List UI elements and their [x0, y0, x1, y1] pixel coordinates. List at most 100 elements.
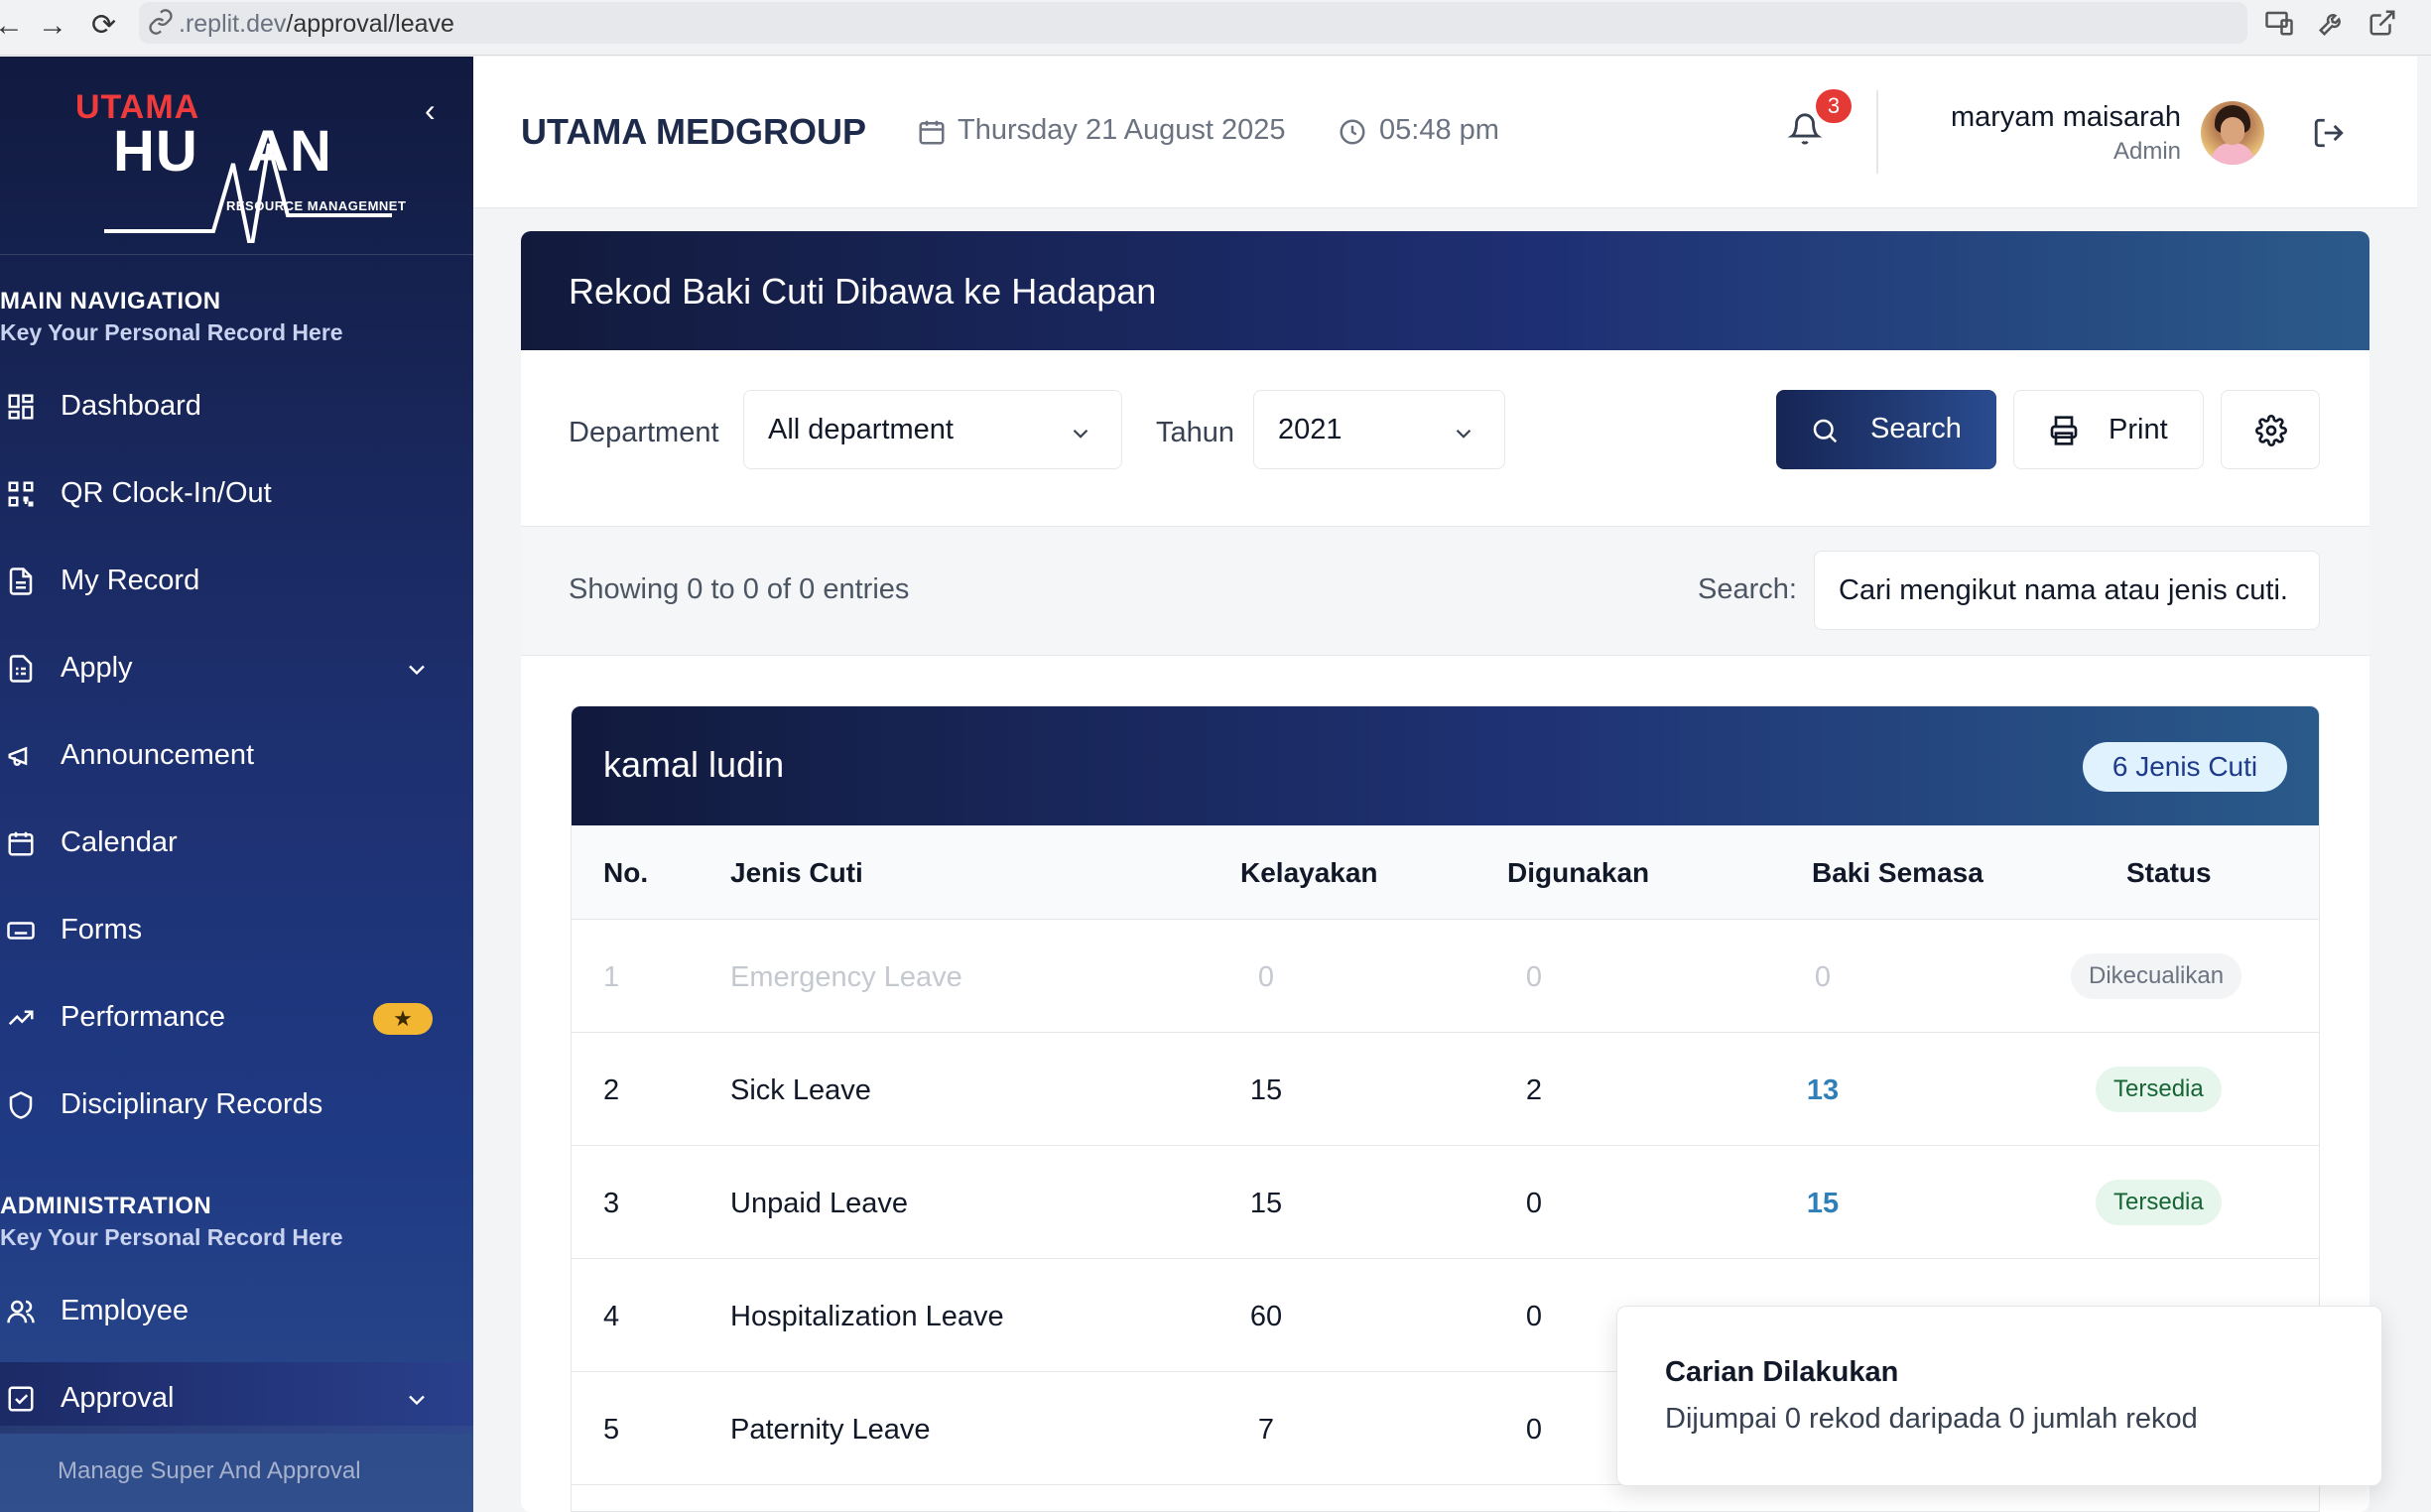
- sidebar-item-calendar[interactable]: Calendar: [0, 807, 473, 878]
- sidebar-item-performance[interactable]: Performance ★: [0, 981, 473, 1053]
- leave-type: Unpaid Leave: [730, 1188, 908, 1219]
- department-value: All department: [768, 414, 954, 445]
- sidebar-item-approval[interactable]: Approval: [0, 1362, 473, 1434]
- leave-type: Sick Leave: [730, 1074, 871, 1106]
- sidebar-item-label: My Record: [61, 565, 200, 596]
- search-button-label: Search: [1870, 413, 1962, 444]
- checkbox-icon: [8, 1386, 34, 1412]
- user-name[interactable]: maryam maisarah: [1951, 101, 2181, 134]
- toast-notification[interactable]: Carian Dilakukan Dijumpai 0 rekod daripa…: [1616, 1306, 2382, 1486]
- print-button-label: Print: [2109, 414, 2168, 445]
- table-header: No. Jenis Cuti Kelayakan Digunakan Baki …: [572, 825, 2319, 920]
- used: 0: [1525, 1188, 1543, 1219]
- entitlement: 7: [1257, 1414, 1275, 1446]
- form-icon: [9, 655, 33, 683]
- logout-icon[interactable]: [2312, 116, 2346, 150]
- print-button[interactable]: Print: [2013, 390, 2204, 469]
- leave-type: Hospitalization Leave: [730, 1301, 1004, 1332]
- back-icon[interactable]: ←: [0, 6, 24, 46]
- external-link-icon[interactable]: [2367, 8, 2397, 38]
- settings-button[interactable]: [2221, 390, 2320, 469]
- used: 0: [1525, 961, 1543, 993]
- chevron-down-icon[interactable]: [403, 656, 431, 684]
- current-date: Thursday 21 August 2025: [958, 114, 1286, 146]
- leave-type-count-badge: 6 Jenis Cuti: [2083, 742, 2287, 792]
- sidebar-item-announcement[interactable]: Announcement: [0, 719, 473, 791]
- table-search-input[interactable]: [1814, 551, 2320, 630]
- table-row[interactable]: 2 Sick Leave 15 2 13 Tersedia: [572, 1033, 2319, 1146]
- department-select[interactable]: All department: [743, 390, 1122, 469]
- entitlement: 15: [1249, 1188, 1283, 1219]
- section-subtitle-main: Key Your Personal Record Here: [0, 319, 343, 345]
- collapse-sidebar-icon[interactable]: ‹: [425, 92, 436, 129]
- browser-toolbar: ← → ⟳ .replit.dev/approval/leave: [0, 0, 2431, 56]
- page-title: Rekod Baki Cuti Dibawa ke Hadapan: [569, 271, 1157, 312]
- address-bar[interactable]: .replit.dev/approval/leave: [139, 2, 2247, 44]
- employee-name: kamal ludin: [603, 744, 785, 785]
- bell-icon[interactable]: [1788, 112, 1822, 146]
- chevron-down-icon[interactable]: [403, 1386, 431, 1414]
- dashboard-icon: [8, 394, 34, 420]
- sidebar-item-disciplinary[interactable]: Disciplinary Records: [0, 1069, 473, 1140]
- sidebar-item-apply[interactable]: Apply: [0, 632, 473, 703]
- top-header: UTAMA MEDGROUP Thursday 21 August 2025 0…: [473, 57, 2417, 208]
- reload-icon[interactable]: ⟳: [91, 6, 116, 46]
- sidebar-item-label: Calendar: [61, 826, 178, 858]
- calendar-icon: [919, 120, 945, 145]
- table-row[interactable]: 3 Unpaid Leave 15 0 15 Tersedia: [572, 1146, 2319, 1259]
- printer-icon: [2050, 416, 2078, 445]
- sidebar: UTAMA HUMAN RESOURCE MANAGEMNET ‹ MAIN N…: [0, 57, 473, 1512]
- column-header: No.: [603, 857, 649, 888]
- balance: 15: [1806, 1188, 1840, 1219]
- brand-logo[interactable]: UTAMA HUMAN RESOURCE MANAGEMNET ‹: [0, 57, 473, 255]
- row-number: 1: [603, 961, 620, 993]
- table-row[interactable]: 1 Emergency Leave 0 0 0 Dikecualikan: [572, 920, 2319, 1033]
- search-button[interactable]: Search: [1776, 390, 1996, 469]
- column-header: Jenis Cuti: [730, 857, 863, 888]
- sidebar-item-qr[interactable]: QR Clock-In/Out: [0, 457, 473, 529]
- sidebar-item-label: Forms: [61, 914, 143, 945]
- status-badge: Tersedia: [2096, 1067, 2222, 1112]
- column-header: Baki Semasa: [1812, 857, 1983, 888]
- sidebar-item-my-record[interactable]: My Record: [0, 545, 473, 616]
- submenu-item-super-approval[interactable]: Manage Super And Approval: [58, 1457, 361, 1485]
- sidebar-item-label: Announcement: [61, 739, 255, 771]
- toast-title: Carian Dilakukan: [1665, 1356, 1899, 1388]
- section-title-main: MAIN NAVIGATION: [0, 288, 221, 315]
- sidebar-item-label: Approval: [61, 1382, 175, 1414]
- leave-type: Emergency Leave: [730, 961, 962, 993]
- section-title-admin: ADMINISTRATION: [0, 1193, 212, 1219]
- sidebar-item-label: Disciplinary Records: [61, 1088, 323, 1120]
- avatar[interactable]: [2201, 101, 2264, 165]
- used: 2: [1525, 1074, 1543, 1106]
- sidebar-item-label: Dashboard: [61, 390, 201, 422]
- wrench-icon[interactable]: [2317, 8, 2347, 38]
- forward-icon[interactable]: →: [38, 6, 67, 46]
- devices-icon[interactable]: [2264, 8, 2294, 38]
- year-label: Tahun: [1156, 417, 1235, 448]
- clock-icon: [1340, 119, 1365, 145]
- notification-count: 3: [1816, 89, 1852, 123]
- balance: 13: [1806, 1074, 1840, 1106]
- gear-icon: [2255, 415, 2287, 446]
- year-select[interactable]: 2021: [1253, 390, 1505, 469]
- column-header: Kelayakan: [1240, 857, 1378, 888]
- sidebar-item-forms[interactable]: Forms: [0, 894, 473, 965]
- entitlement: 0: [1257, 961, 1275, 993]
- url-text: .replit.dev/approval/leave: [179, 10, 454, 38]
- keyboard-icon: [7, 922, 35, 940]
- sidebar-item-label: Employee: [61, 1295, 189, 1326]
- filter-bar: Department All department Tahun 2021 Sea…: [521, 350, 2369, 527]
- document-icon: [9, 567, 33, 595]
- sidebar-item-dashboard[interactable]: Dashboard: [0, 370, 473, 441]
- brand-sub-text: RESOURCE MANAGEMNET: [226, 198, 407, 213]
- row-number: 5: [603, 1414, 620, 1446]
- entitlement: 60: [1249, 1301, 1283, 1332]
- column-header: Status: [2126, 857, 2212, 888]
- sidebar-item-employee[interactable]: Employee: [0, 1275, 473, 1346]
- calendar-icon: [8, 831, 34, 856]
- link-icon: [149, 9, 173, 35]
- org-name: UTAMA MEDGROUP: [521, 111, 866, 152]
- status-badge: Dikecualikan: [2071, 953, 2242, 999]
- section-subtitle-admin: Key Your Personal Record Here: [0, 1224, 343, 1250]
